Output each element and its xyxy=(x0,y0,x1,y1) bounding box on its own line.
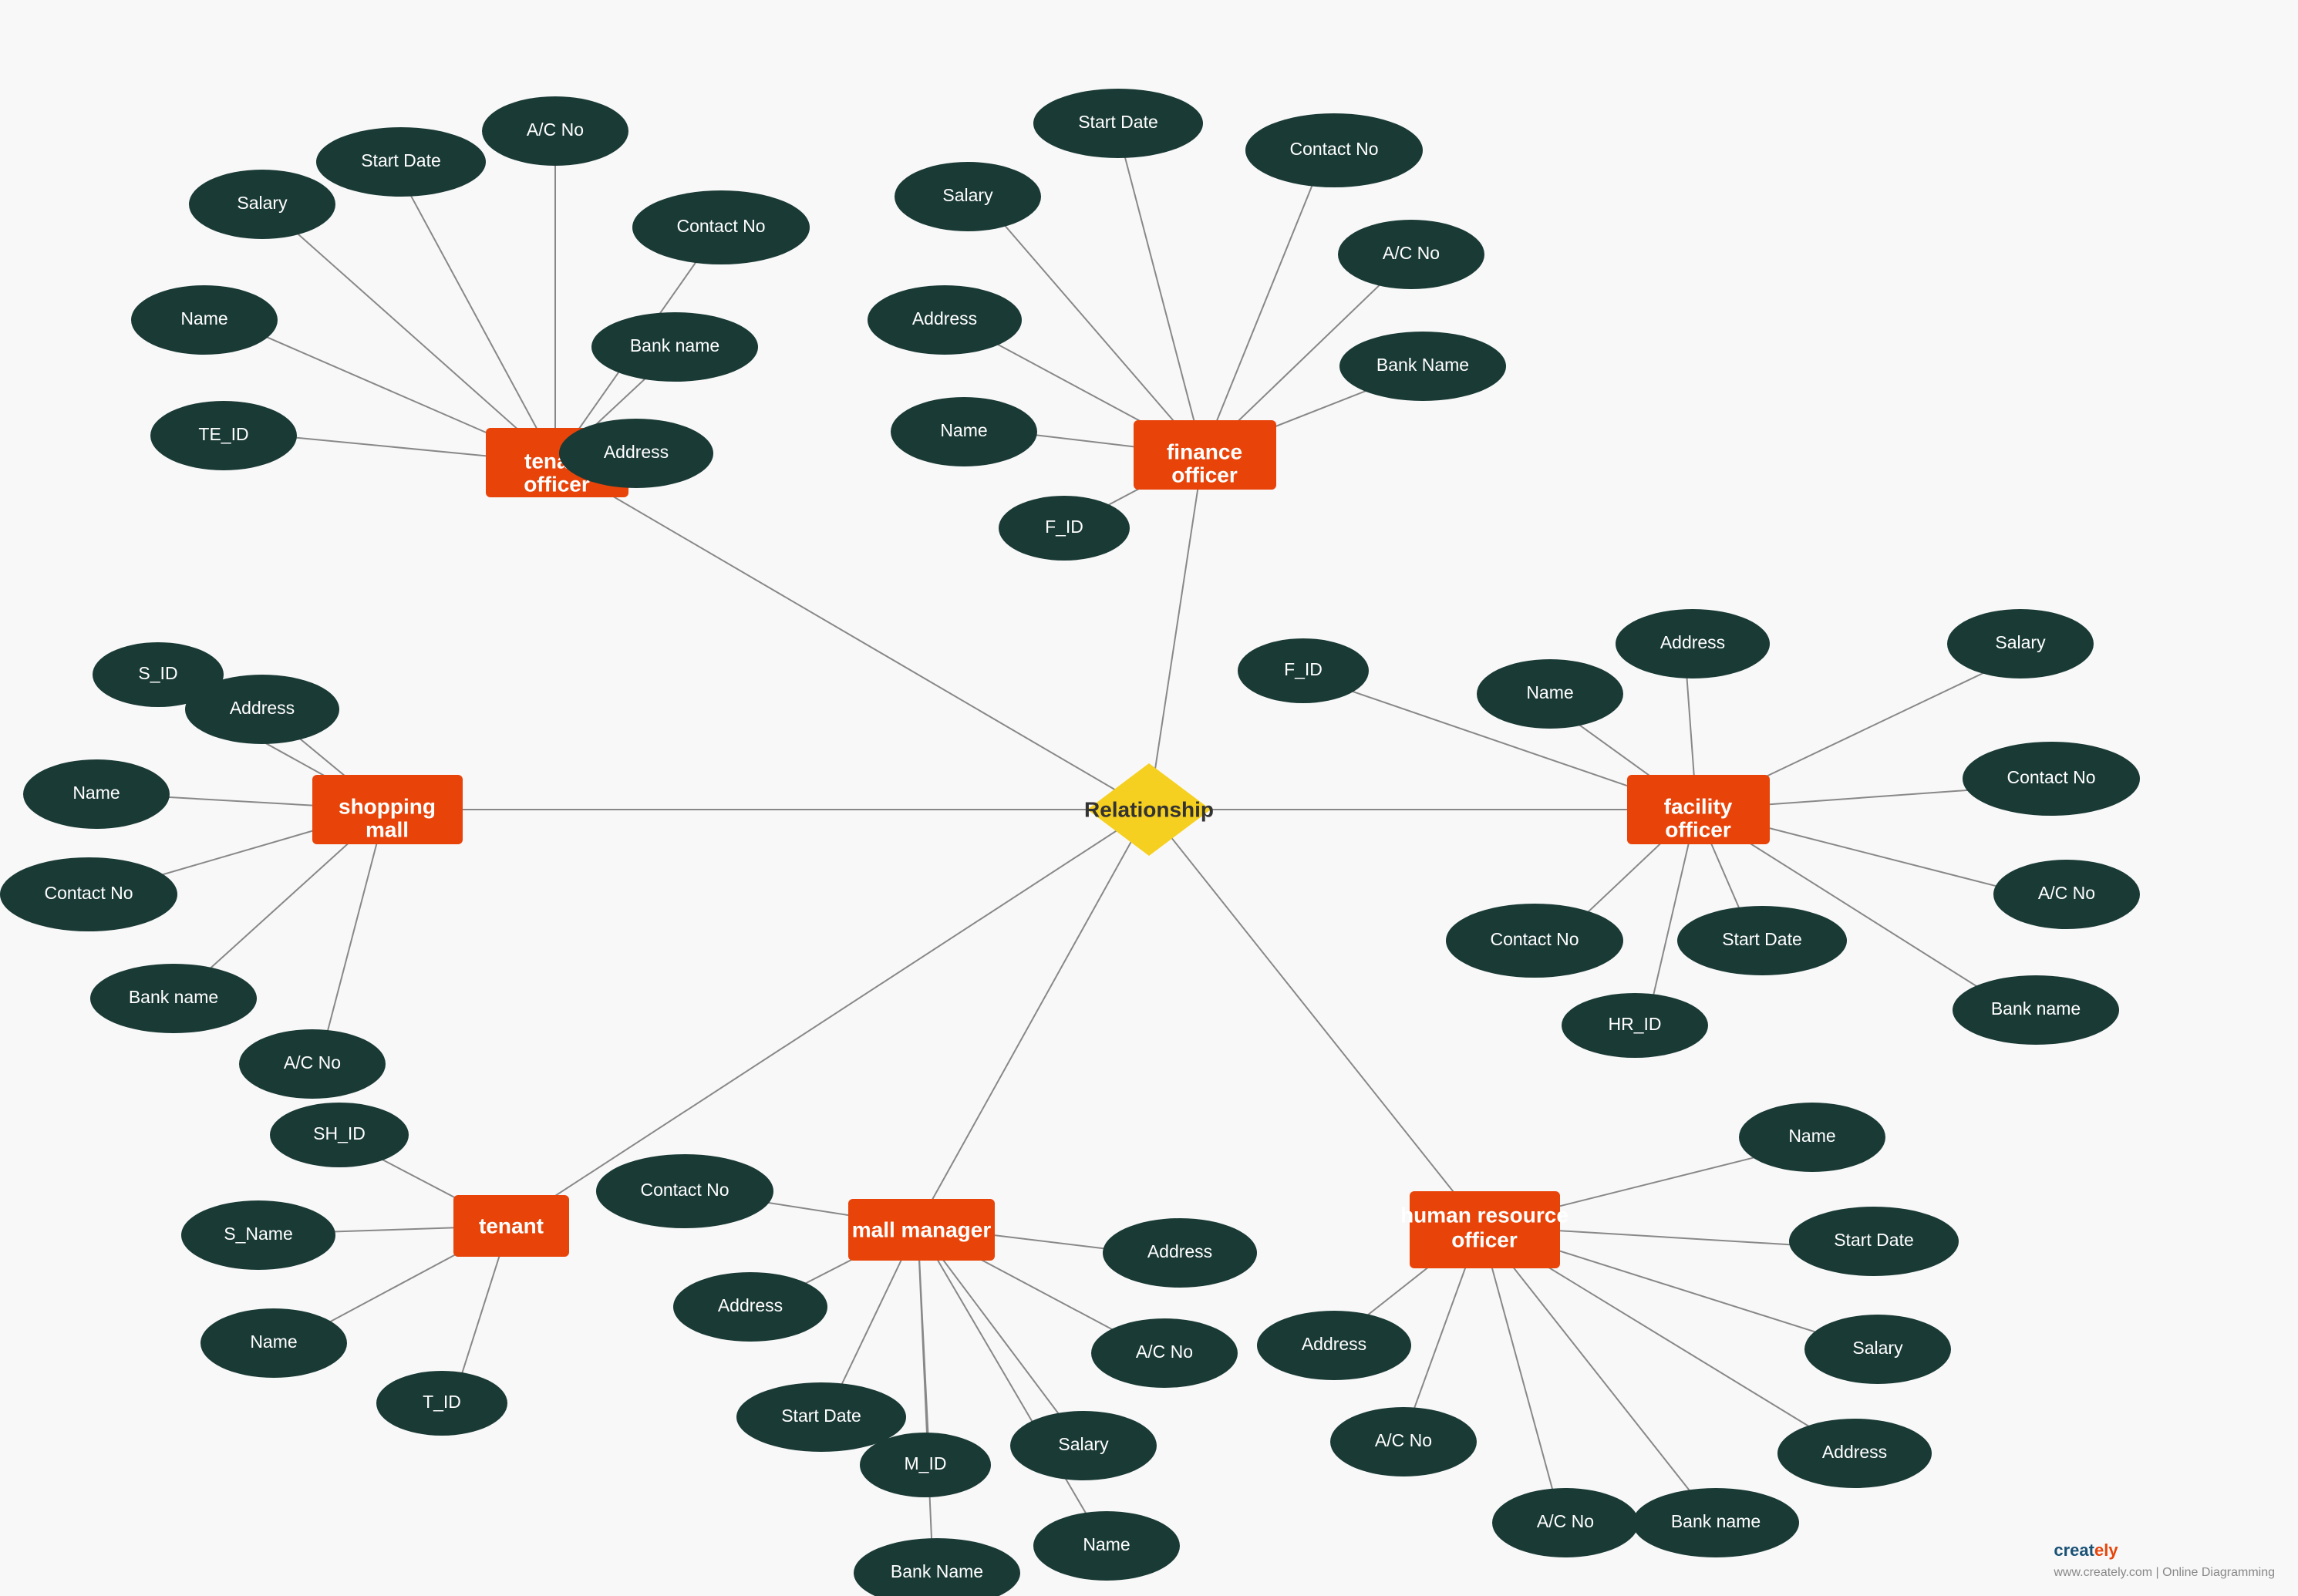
attr-label-address-sm: Address xyxy=(230,698,295,718)
attr-label-address-hr: Address xyxy=(1822,1442,1887,1462)
attr-label-name-sm: Name xyxy=(72,783,120,803)
relationship-label: Relationship xyxy=(1084,797,1214,821)
attr-label-name-to: Name xyxy=(180,308,227,328)
attr-label-start-date-hr: Start Date xyxy=(1834,1230,1914,1250)
attr-label-ac-no-mm: A/C No xyxy=(1136,1342,1193,1362)
attr-label-f-id-fo: F_ID xyxy=(1045,517,1083,537)
attr-label-f-id-facil: F_ID xyxy=(1284,659,1323,679)
attr-label-name-mm: Name xyxy=(1083,1534,1130,1554)
attr-label-ac-no-fo: A/C No xyxy=(1383,243,1440,263)
attr-label-hr-id: HR_ID xyxy=(1608,1014,1661,1034)
attr-label-address-fo: Address xyxy=(912,308,977,328)
brand-name-blue: creat xyxy=(2054,1540,2094,1560)
brand-name-orange: ely xyxy=(2094,1540,2118,1560)
attr-label-bank-name-hr: Bank name xyxy=(1671,1511,1761,1531)
attr-label-salary-mm: Salary xyxy=(1058,1434,1109,1454)
entity-label-mall-manager: mall manager xyxy=(852,1217,992,1241)
attr-label-ac-no-hr2: A/C No xyxy=(1375,1430,1432,1450)
attr-label-t-id: T_ID xyxy=(423,1392,461,1412)
entity-label-facility-officer2: officer xyxy=(1665,817,1731,841)
entity-label-shopping-mall2: mall xyxy=(366,817,409,841)
attr-label-salary-facil: Salary xyxy=(1995,632,2046,652)
attr-label-address-to: Address xyxy=(604,442,669,462)
attr-label-ac-no-sm: A/C No xyxy=(284,1052,341,1072)
attr-label-start-date-mm: Start Date xyxy=(781,1406,861,1426)
attr-label-name-fo: Name xyxy=(940,420,987,440)
attr-label-contact-no-facil2: Contact No xyxy=(2007,767,2095,787)
brand-tagline: www.creately.com | Online Diagramming xyxy=(2054,1566,2275,1579)
entity-label-tenant: tenant xyxy=(479,1214,544,1237)
attr-label-bank-name-sm: Bank name xyxy=(129,987,218,1007)
attr-label-contact-no-facil1: Contact No xyxy=(1490,929,1579,949)
attr-label-ac-no-to: A/C No xyxy=(527,120,584,140)
attr-label-te-id: TE_ID xyxy=(198,424,248,444)
er-diagram: tenant officer finance officer shopping … xyxy=(0,0,2298,1596)
attr-label-name-hr: Name xyxy=(1788,1126,1835,1146)
entity-label-finance-officer: finance xyxy=(1167,439,1242,463)
attr-label-ac-no-hr1: A/C No xyxy=(1537,1511,1594,1531)
attr-label-salary-fo: Salary xyxy=(942,185,993,205)
attr-label-salary-to: Salary xyxy=(237,193,288,213)
attr-label-address-mm: Address xyxy=(718,1295,783,1315)
attr-label-contact-no-sm: Contact No xyxy=(44,883,133,903)
attr-label-bank-name-to: Bank name xyxy=(630,335,719,355)
attr-label-salary-hr: Salary xyxy=(1852,1338,1903,1358)
entity-label-hr-officer2: officer xyxy=(1451,1227,1518,1251)
attr-label-contact-no-mm: Contact No xyxy=(640,1180,729,1200)
attr-label-contact-no-fo: Contact No xyxy=(1289,139,1378,159)
entity-label-finance-officer2: officer xyxy=(1171,463,1238,487)
attr-label-address-facil: Address xyxy=(1660,632,1725,652)
attr-label-name-facil: Name xyxy=(1526,682,1573,702)
attr-label-s-name: S_Name xyxy=(224,1224,292,1244)
entity-label-shopping-mall: shopping xyxy=(339,794,436,818)
entity-label-hr-officer: human resource xyxy=(1400,1203,1569,1227)
attr-label-address-hr2: Address xyxy=(1302,1334,1366,1354)
attr-label-s-id: S_ID xyxy=(138,663,177,683)
attr-label-start-date-facil: Start Date xyxy=(1722,929,1802,949)
attr-label-bank-name-mm: Bank Name xyxy=(891,1561,983,1581)
attr-label-ac-no-facil: A/C No xyxy=(2038,883,2095,903)
attr-label-name-tenant: Name xyxy=(250,1332,297,1352)
attr-label-bank-name-facil: Bank name xyxy=(1991,998,2081,1019)
attr-label-start-date-to: Start Date xyxy=(361,150,441,170)
creately-branding: creately www.creately.com | Online Diagr… xyxy=(2054,1540,2275,1581)
attr-label-start-date-fo: Start Date xyxy=(1078,112,1158,132)
attr-label-contact-no-to: Contact No xyxy=(676,216,765,236)
entity-label-facility-officer: facility xyxy=(1664,794,1733,818)
attr-label-m-id: M_ID xyxy=(905,1453,947,1473)
attr-label-address-mm2: Address xyxy=(1147,1241,1212,1261)
attr-label-bank-name-fo: Bank Name xyxy=(1376,355,1469,375)
attr-label-sh-id: SH_ID xyxy=(313,1123,366,1143)
